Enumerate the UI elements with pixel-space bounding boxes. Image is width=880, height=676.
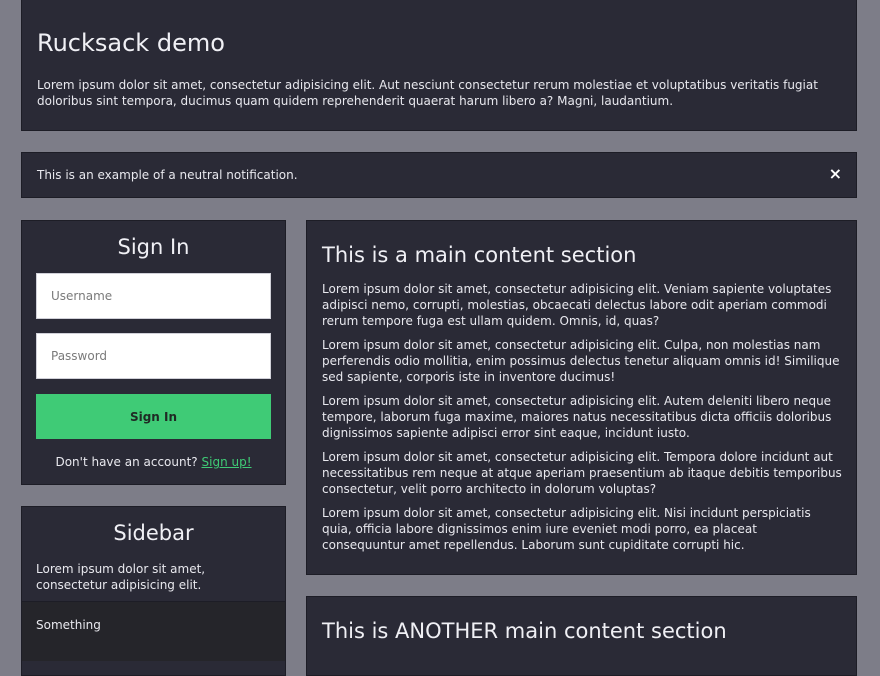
main-content-section: This is a main content section Lorem ips… — [306, 220, 857, 575]
sidebar-item-label: Something — [36, 618, 101, 632]
username-field[interactable] — [36, 273, 271, 319]
intro-panel: Rucksack demo Lorem ipsum dolor sit amet… — [21, 0, 857, 131]
close-icon[interactable]: × — [829, 165, 842, 183]
section-paragraph: Lorem ipsum dolor sit amet, consectetur … — [322, 394, 832, 440]
signup-prompt: Don't have an account? Sign up! — [22, 455, 285, 469]
intro-text: Lorem ipsum dolor sit amet, consectetur … — [37, 78, 818, 108]
sidebar-panel: Sidebar Lorem ipsum dolor sit amet, cons… — [21, 506, 286, 676]
signup-link[interactable]: Sign up! — [202, 455, 252, 469]
section-body: Lorem ipsum dolor sit amet, consectetur … — [322, 281, 842, 561]
section-title: This is a main content section — [322, 243, 637, 267]
password-field[interactable] — [36, 333, 271, 379]
section-paragraph: Lorem ipsum dolor sit amet, consectetur … — [322, 338, 840, 384]
section-title: This is ANOTHER main content section — [322, 619, 727, 643]
page-title: Rucksack demo — [37, 29, 225, 57]
section-paragraph: Lorem ipsum dolor sit amet, consectetur … — [322, 506, 811, 552]
signup-prompt-text: Don't have an account? — [55, 455, 198, 469]
notification-message: This is an example of a neutral notifica… — [37, 168, 298, 182]
sidebar-text: Lorem ipsum dolor sit amet, consectetur … — [36, 562, 206, 592]
signin-panel: Sign In Sign In Don't have an account? S… — [21, 220, 286, 485]
notification-bar: This is an example of a neutral notifica… — [21, 152, 857, 198]
sidebar-item-something[interactable]: Something — [22, 601, 285, 661]
second-content-section: This is ANOTHER main content section — [306, 596, 857, 676]
signin-button[interactable]: Sign In — [36, 394, 271, 439]
signin-title: Sign In — [117, 235, 190, 259]
section-paragraph: Lorem ipsum dolor sit amet, consectetur … — [322, 282, 832, 328]
sidebar-title: Sidebar — [113, 521, 194, 545]
section-paragraph: Lorem ipsum dolor sit amet, consectetur … — [322, 450, 842, 496]
